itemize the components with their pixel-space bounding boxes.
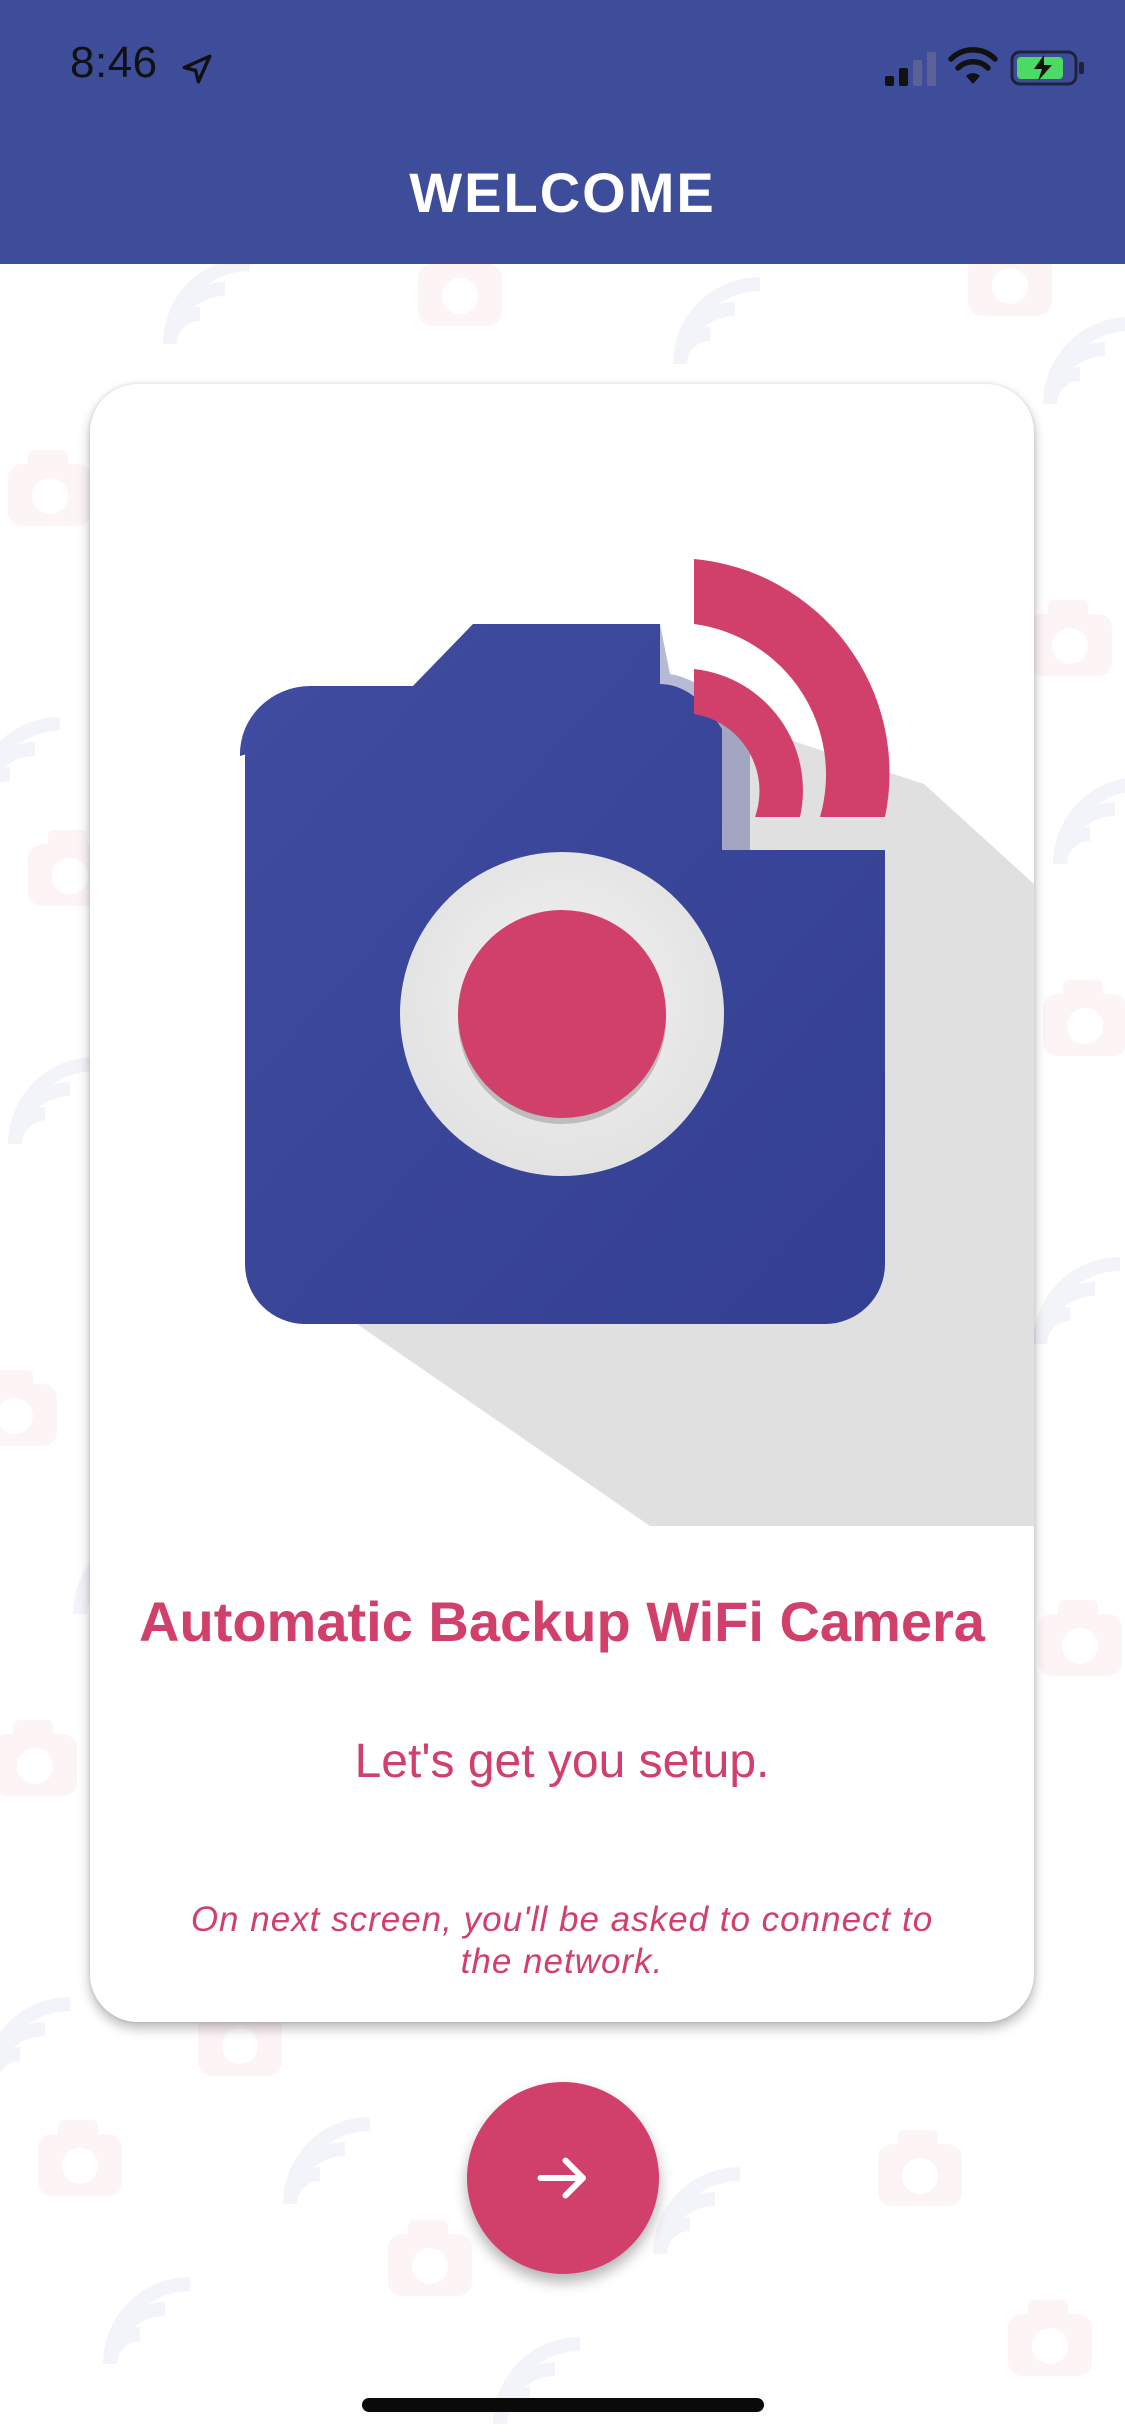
card-title: Automatic Backup WiFi Camera bbox=[139, 1590, 985, 1653]
status-time: 8:46 bbox=[70, 38, 158, 87]
card-subtitle: Let's get you setup. bbox=[354, 1735, 770, 1788]
app-header: 8:46 WELCOME bbox=[0, 0, 1125, 264]
welcome-screen: 8:46 WELCOME Automatic Backup WiFi Camer… bbox=[0, 0, 1125, 2436]
arrow-right-icon bbox=[537, 2157, 586, 2199]
cellular-signal-icon bbox=[885, 52, 936, 86]
wifi-camera-logo bbox=[240, 559, 1034, 1526]
location-arrow-icon bbox=[182, 54, 212, 84]
home-indicator[interactable] bbox=[362, 2398, 764, 2412]
welcome-card: Automatic Backup WiFi Camera Let's get y… bbox=[90, 384, 1034, 2022]
next-button[interactable] bbox=[467, 2082, 659, 2274]
card-note: On next screen, you'll be asked to conne… bbox=[190, 1900, 934, 1981]
battery-charging-icon bbox=[1010, 50, 1084, 86]
wifi-icon bbox=[948, 47, 998, 84]
page-title: WELCOME bbox=[409, 161, 716, 224]
